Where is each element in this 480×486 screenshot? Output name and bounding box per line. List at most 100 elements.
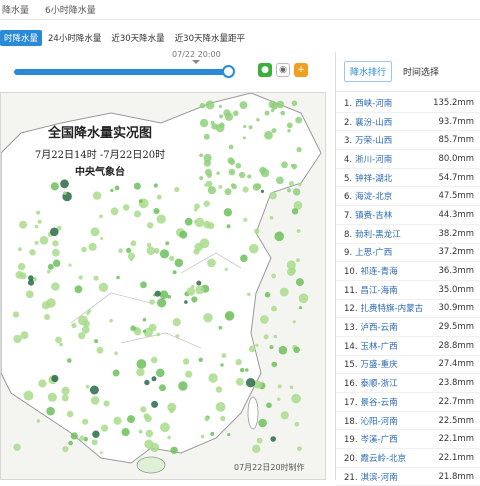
precip-value: 23.8mm (438, 378, 475, 389)
station-name: 万荣-山西 (355, 136, 393, 147)
ranking-row[interactable]: 21. 淇滨-河南 21.8mm (336, 468, 480, 486)
precip-value: 22.7mm (438, 396, 475, 407)
rank-number: 7. (344, 210, 353, 221)
eye-icon[interactable]: ◉ (276, 63, 290, 77)
station-name: 岑溪-广西 (360, 435, 398, 446)
station-name: 扎赉特旗-内蒙古 (360, 304, 424, 315)
precip-value: 93.7mm (438, 116, 475, 127)
slider-fill (14, 69, 229, 75)
precip-value: 37.2mm (438, 247, 475, 258)
precip-value: 85.7mm (438, 135, 475, 146)
rank-number: 14. (344, 341, 358, 352)
plus-icon[interactable]: + (294, 63, 308, 77)
slider-handle[interactable] (222, 65, 235, 78)
precip-value: 38.2mm (438, 228, 475, 239)
ranking-row[interactable]: 14. 玉林-广西 28.8mm (336, 337, 480, 356)
precip-value: 29.5mm (438, 322, 475, 333)
station-name: 海淀-北京 (355, 192, 393, 203)
station-name: 上思-广西 (355, 248, 393, 259)
station-name: 镇赉-吉林 (355, 210, 393, 221)
ranking-row[interactable]: 6. 海淀-北京 47.5mm (336, 187, 480, 207)
ranking-row[interactable]: 19. 岑溪-广西 22.1mm (336, 430, 480, 450)
precip-value: 22.1mm (438, 452, 475, 463)
time-slider[interactable] (14, 65, 235, 78)
rank-number: 11. (344, 285, 358, 296)
station-name: 昌江-海南 (360, 285, 398, 296)
station-name: 霞云岭-北京 (360, 453, 407, 464)
map-footer-note: 07月22日20时制作 (234, 463, 305, 472)
ranking-row[interactable]: 10. 祁连-青海 36.3mm (336, 262, 480, 281)
ranking-row[interactable]: 20. 霞云岭-北京 22.1mm (336, 449, 480, 468)
sub-tab-bar: 时降水量 24小时降水量 近30天降水量 近30天降水量距平 (0, 30, 335, 46)
rank-number: 1. (344, 98, 353, 109)
tab-precip-ranking[interactable]: 降水排行 (344, 61, 393, 82)
tab-24h-precip[interactable]: 24小时降水量 (44, 30, 105, 46)
ranking-row[interactable]: 18. 沁阳-河南 22.5mm (336, 412, 480, 431)
station-name: 钟祥-湖北 (355, 173, 393, 184)
precip-value: 21.8mm (438, 471, 475, 482)
rank-number: 8. (344, 229, 353, 240)
ranking-row[interactable]: 1. 西峡-河南 135.2mm (336, 94, 480, 113)
tab-time-select[interactable]: 时间选择 (398, 62, 444, 81)
ranking-row[interactable]: 5. 钟祥-湖北 54.7mm (336, 169, 480, 188)
ranking-row[interactable]: 9. 上思-广西 37.2mm (336, 244, 480, 263)
ranking-row[interactable]: 8. 勃利-黑龙江 38.2mm (336, 225, 480, 244)
rank-number: 16. (344, 379, 358, 390)
precip-value: 36.3mm (438, 266, 475, 277)
rank-number: 3. (344, 136, 353, 147)
top-tab-bar: 降水量 6小时降水量 (0, 0, 480, 20)
rank-number: 19. (344, 435, 358, 446)
station-name: 泰顺-浙江 (360, 379, 398, 390)
ranking-row[interactable]: 4. 淅川-河南 80.0mm (336, 150, 480, 169)
ranking-row[interactable]: 17. 景谷-云南 22.7mm (336, 393, 480, 412)
station-name: 沁阳-河南 (360, 416, 398, 427)
share-icons: ● ◉ + (258, 63, 308, 77)
tab-30d-precip[interactable]: 近30天降水量 (107, 30, 168, 46)
station-name: 泸西-云南 (360, 323, 398, 334)
ranking-row[interactable]: 7. 镇赉-吉林 44.3mm (336, 206, 480, 225)
precip-value: 80.0mm (438, 153, 475, 164)
wechat-icon[interactable]: ● (258, 63, 272, 77)
station-name: 淇滨-河南 (360, 472, 398, 483)
ranking-row[interactable]: 13. 泸西-云南 29.5mm (336, 318, 480, 337)
station-name: 景谷-云南 (360, 397, 398, 408)
ranking-list: 1. 西峡-河南 135.2mm 2. 襄汾-山西 93.7mm 3. 万荣-山西 85.7mm… (336, 92, 480, 486)
rank-number: 2. (344, 117, 353, 128)
precip-value: 28.8mm (438, 340, 475, 351)
ranking-panel: 降水排行 时间选择 1. 西峡-河南 135.2mm 2. 襄汾-山西 93.7mm 3. 万… (335, 52, 480, 486)
ranking-row[interactable]: 3. 万荣-山西 85.7mm (336, 131, 480, 151)
map-title: 全国降水量实况图 (47, 126, 152, 141)
rank-number: 17. (344, 397, 358, 408)
slider-time-label: 07/22 20:00 (172, 50, 221, 64)
station-name: 祁连-青海 (360, 267, 398, 278)
rank-number: 12. (344, 304, 358, 315)
tab-precipitation[interactable]: 降水量 (2, 3, 29, 16)
tab-30d-anomaly[interactable]: 近30天降水量距平 (171, 30, 249, 46)
station-name: 襄汾-山西 (355, 117, 393, 128)
precip-value: 30.9mm (438, 303, 475, 314)
station-name: 玉林-广西 (360, 341, 398, 352)
station-name: 西峡-河南 (355, 98, 393, 109)
rank-number: 15. (344, 360, 358, 371)
map-date-range: 7月22日14时 -7月22日20时 (34, 150, 166, 161)
ranking-row[interactable]: 12. 扎赉特旗-内蒙古 30.9mm (336, 300, 480, 319)
rank-number: 10. (344, 267, 358, 278)
station-name: 勃利-黑龙江 (355, 229, 401, 240)
precip-value: 54.7mm (438, 172, 475, 183)
ranking-row[interactable]: 15. 万盛-重庆 27.4mm (336, 356, 480, 375)
tab-6h-precipitation[interactable]: 6小时降水量 (45, 3, 96, 16)
rank-number: 9. (344, 248, 353, 259)
precip-value: 44.3mm (438, 209, 475, 220)
ranking-row[interactable]: 2. 襄汾-山西 93.7mm (336, 113, 480, 132)
tab-hourly-precip[interactable]: 时降水量 (0, 30, 43, 46)
rank-number: 18. (344, 416, 358, 427)
ranking-row[interactable]: 11. 昌江-海南 35.0mm (336, 281, 480, 300)
panel-tab-bar: 降水排行 时间选择 (336, 52, 480, 92)
rank-number: 5. (344, 173, 353, 184)
precip-value: 27.4mm (438, 359, 475, 370)
station-name: 淅川-河南 (355, 154, 393, 165)
rank-number: 13. (344, 323, 358, 334)
rank-number: 20. (344, 453, 358, 464)
ranking-row[interactable]: 16. 泰顺-浙江 23.8mm (336, 374, 480, 393)
precip-value: 22.1mm (438, 434, 475, 445)
